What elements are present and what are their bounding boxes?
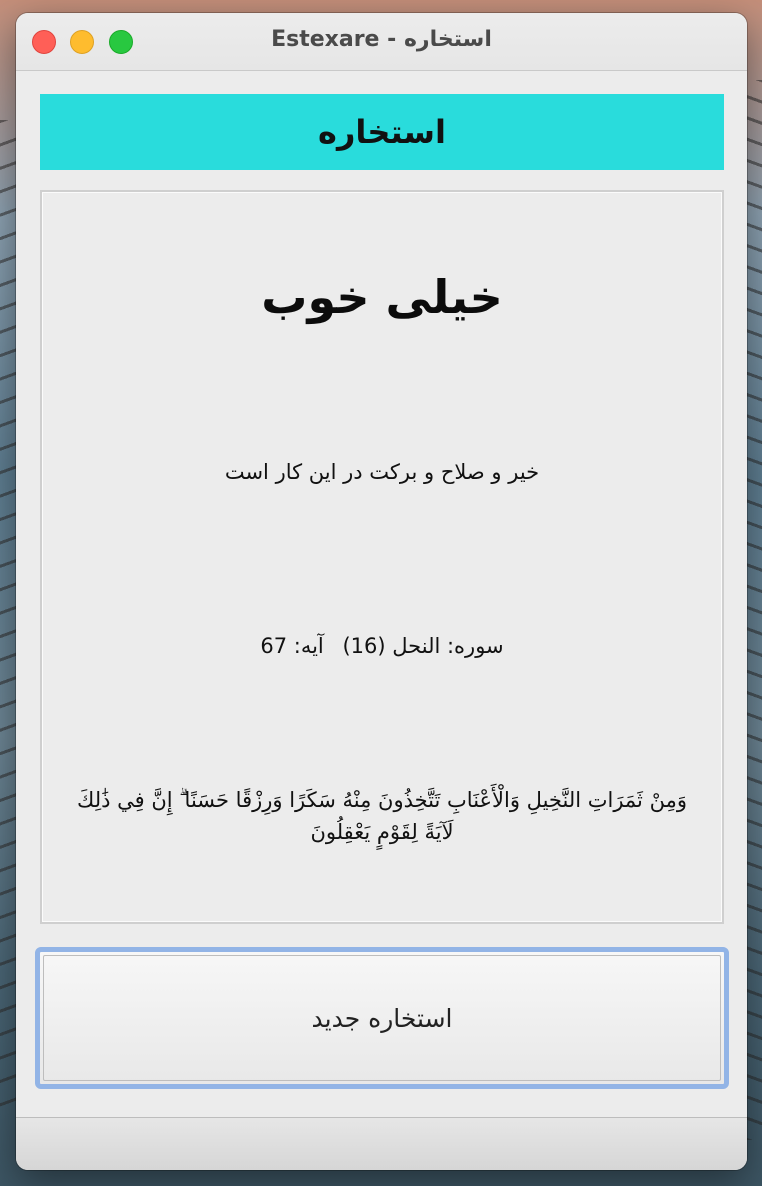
title-bar[interactable]: Estexare - استخاره — [16, 13, 747, 71]
surah-label: سوره: النحل (16) — [342, 634, 504, 658]
ayah-label: آیه: 67 — [260, 634, 324, 658]
window-title: Estexare - استخاره — [271, 27, 492, 52]
header-title: استخاره — [318, 113, 446, 151]
result-panel: خیلی خوب خیر و صلاح و برکت در این کار اس… — [40, 190, 724, 924]
new-estekhare-label: استخاره جدید — [311, 1003, 453, 1033]
app-window: Estexare - استخاره استخاره خیلی خوب خیر … — [16, 13, 747, 1170]
result-title: خیلی خوب — [261, 270, 503, 324]
header-banner: استخاره — [40, 94, 724, 170]
status-bar — [16, 1117, 747, 1170]
verse-text: وَمِنْ ثَمَرَاتِ النَّخِيلِ وَالْأَعْنَا… — [77, 788, 687, 844]
new-estekhare-button[interactable]: استخاره جدید — [35, 947, 729, 1089]
surah-ayah-line: سوره: النحل (16) آیه: 67 — [42, 634, 722, 658]
result-description: خیر و صلاح و برکت در این کار است — [224, 460, 540, 484]
